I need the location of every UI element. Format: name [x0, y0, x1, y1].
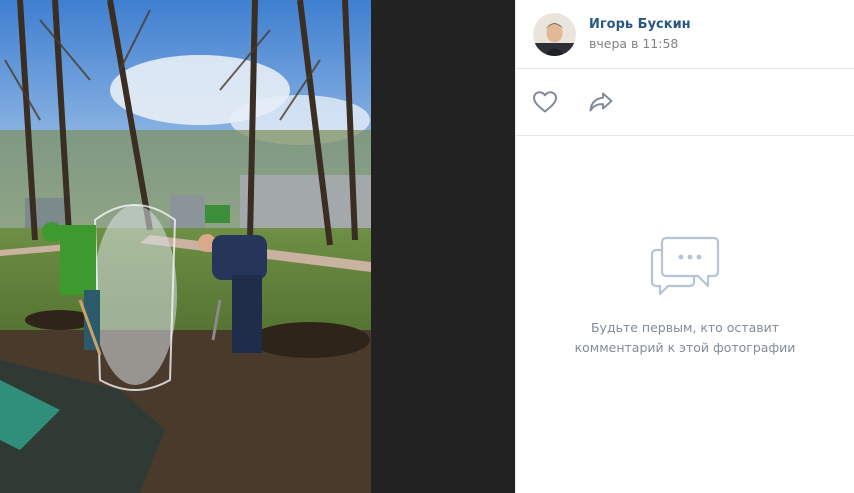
- share-icon: [589, 92, 613, 112]
- author-info: Игорь Бускин вчера в 11:58: [589, 16, 691, 53]
- photo-sidebar: Игорь Бускин вчера в 11:58 Будьте первым…: [515, 0, 854, 493]
- photo-area[interactable]: [0, 0, 515, 493]
- author-name[interactable]: Игорь Бускин: [589, 16, 691, 33]
- heart-icon: [533, 91, 557, 113]
- avatar[interactable]: [533, 12, 576, 56]
- comments-empty-text: Будьте первым, кто оставит комментарий к…: [574, 320, 796, 355]
- post-header: Игорь Бускин вчера в 11:58: [516, 0, 854, 69]
- post-actions: [516, 69, 854, 136]
- photo-viewer: Игорь Бускин вчера в 11:58 Будьте первым…: [0, 0, 854, 493]
- photo-image[interactable]: [0, 0, 371, 493]
- post-time[interactable]: вчера в 11:58: [589, 35, 691, 53]
- share-button[interactable]: [588, 89, 614, 115]
- comments-bubble-icon: [650, 236, 720, 296]
- comments-empty-state: Будьте первым, кто оставит комментарий к…: [516, 232, 854, 358]
- like-button[interactable]: [532, 89, 558, 115]
